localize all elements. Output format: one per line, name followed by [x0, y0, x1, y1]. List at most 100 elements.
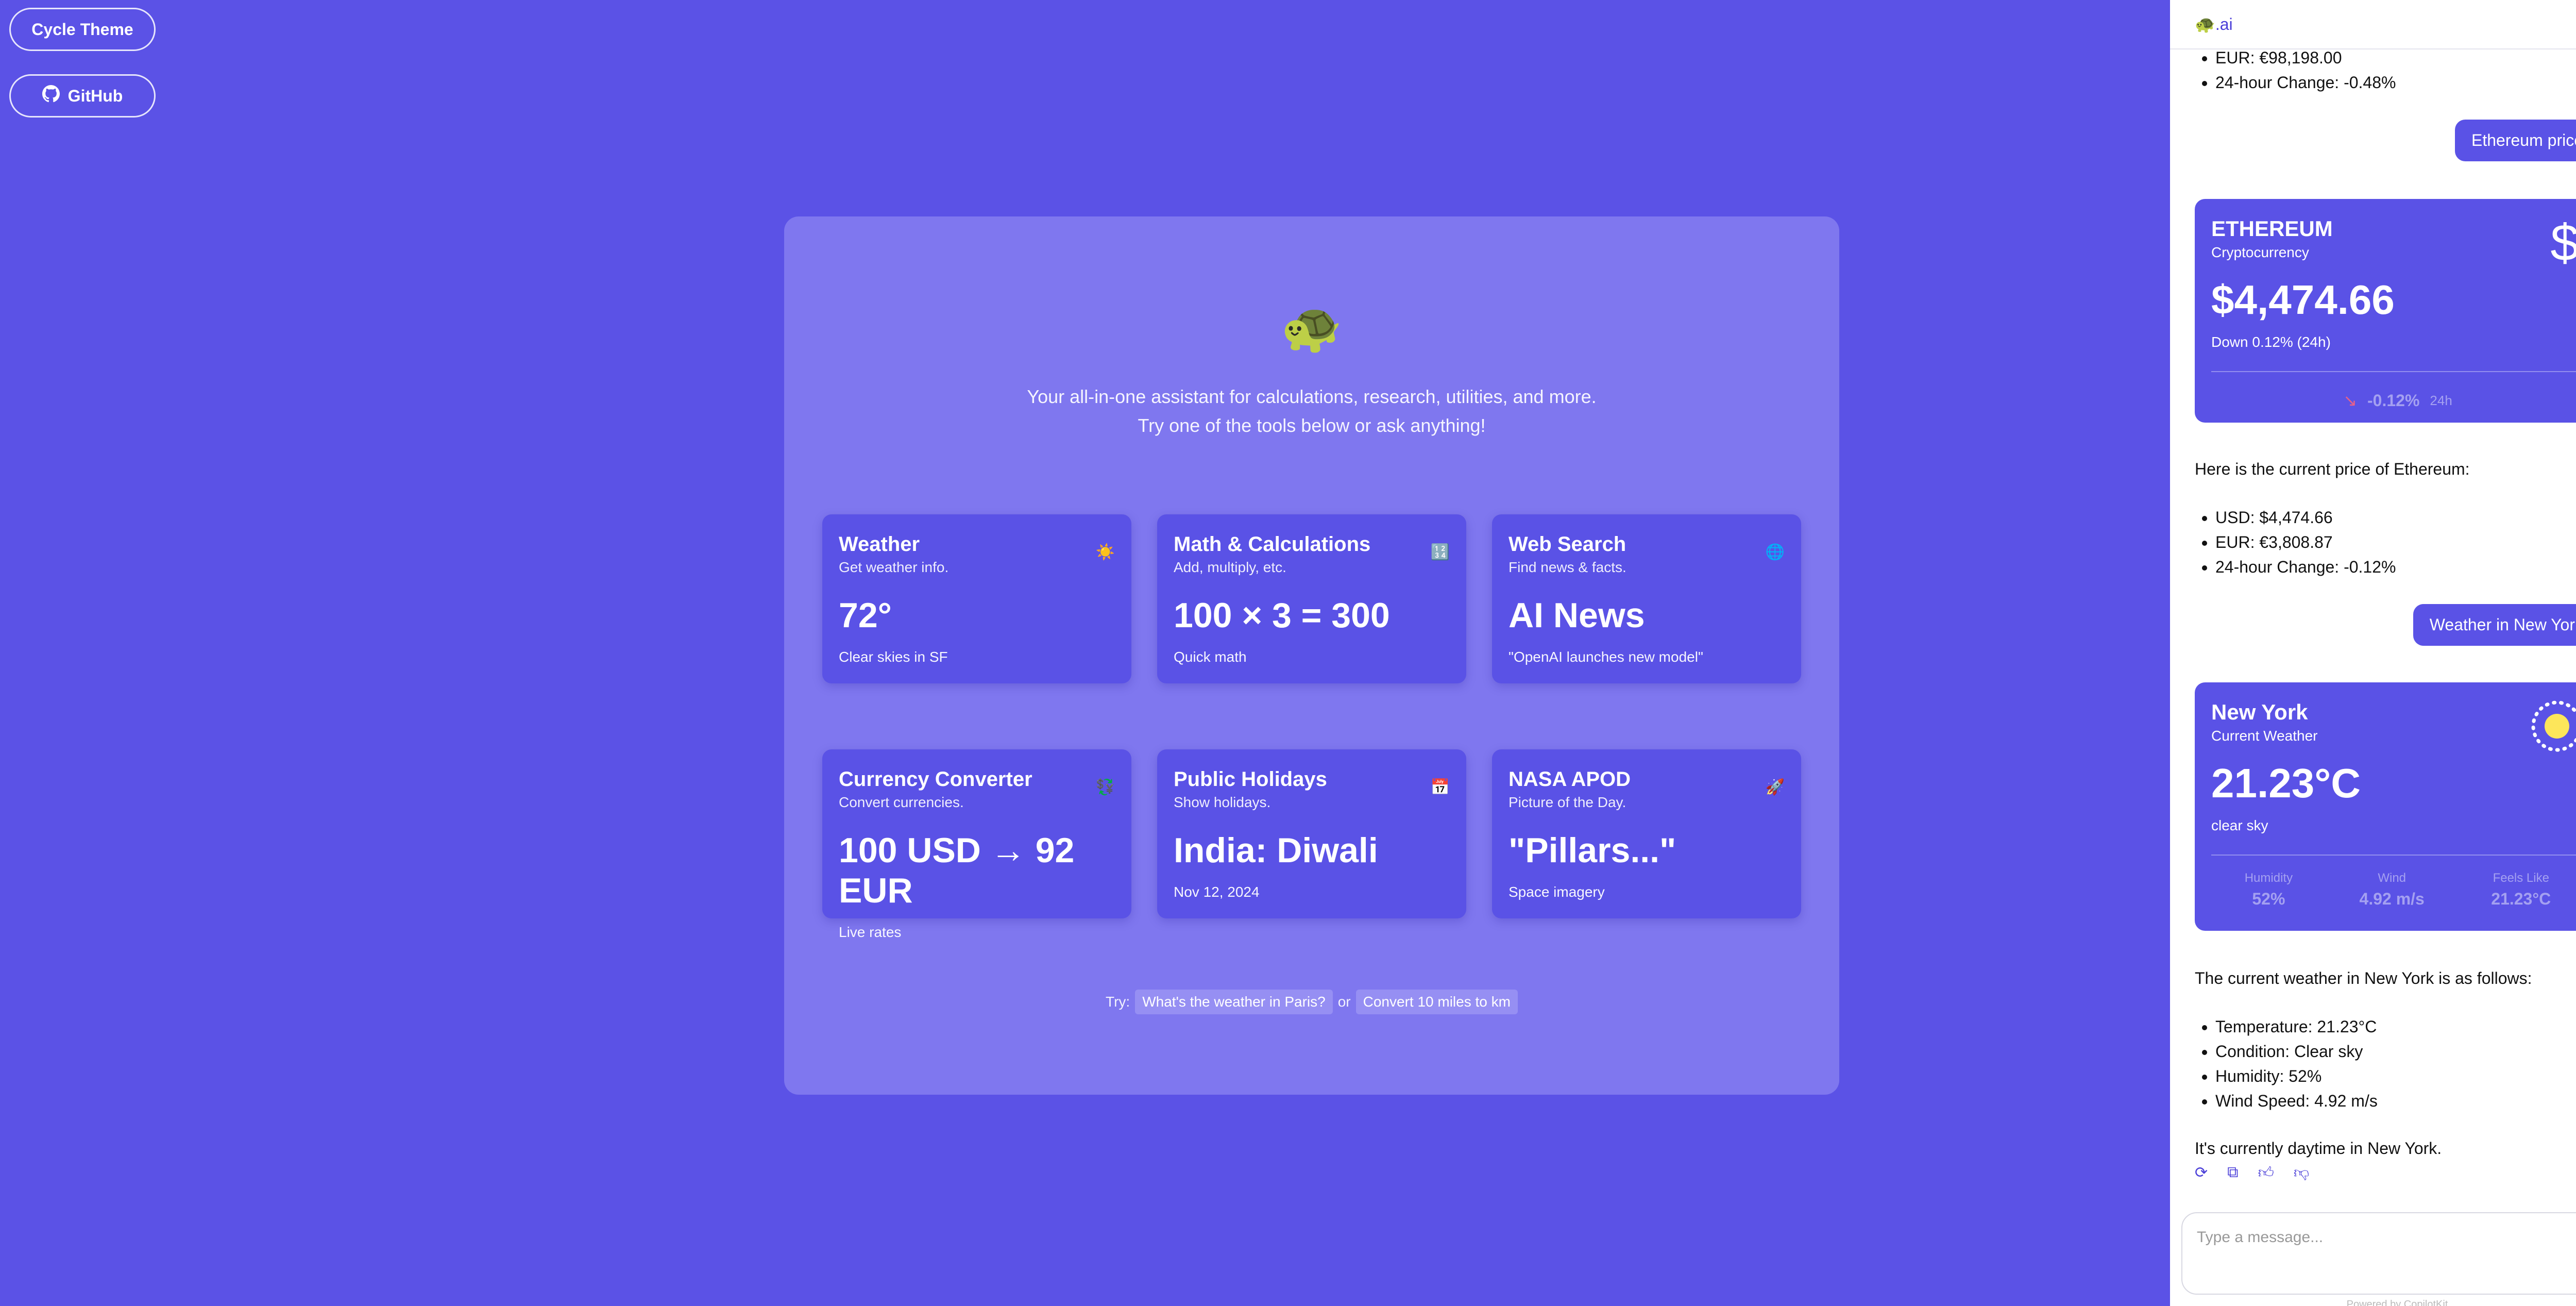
try-label: Try: [1106, 994, 1130, 1010]
list-item: Wind Speed: 4.92 m/s [2215, 1089, 2378, 1113]
try-or-label: or [1337, 994, 1351, 1010]
card-title: Currency Converter [839, 768, 1032, 791]
card-subtitle: Picture of the Day. [1509, 794, 1626, 810]
tool-card-nasa-apod[interactable]: NASA APOD Picture of the Day. "Pillars..… [1492, 749, 1801, 918]
crypto-change-note: Down 0.12% (24h) [2211, 334, 2331, 350]
tool-card-math[interactable]: Math & Calculations Add, multiply, etc. … [1157, 514, 1466, 683]
list-item: USD: $4,474.66 [2215, 505, 2396, 530]
list-item: 24-hour Change: -0.48% [2215, 70, 2396, 95]
welcome-line-1: Your all-in-one assistant for calculatio… [1027, 386, 1597, 407]
powered-by-footer: Powered by CopilotKit [2346, 1299, 2448, 1306]
card-value: India: Diwali [1174, 831, 1378, 870]
sun-icon [2529, 698, 2576, 755]
turtle-logo-icon: 🐢 [1281, 300, 1343, 355]
sun-icon: ☀️ [1095, 544, 1115, 561]
stat-label: Feels Like [2493, 871, 2549, 885]
rocket-icon: 🚀 [1765, 779, 1785, 796]
card-note: Clear skies in SF [839, 649, 948, 665]
assistant-message-intro: The current weather in New York is as fo… [2195, 969, 2532, 987]
user-message: Ethereum price [2455, 120, 2576, 161]
github-label: GitHub [67, 86, 123, 105]
thumbs-up-icon[interactable]: 👍︎ [2258, 1164, 2274, 1182]
chat-panel: 🐢.ai ✕ EUR: €98,198.00 24-hour Change: -… [2170, 0, 2576, 1306]
tool-card-web-search[interactable]: Web Search Find news & facts. AI News "O… [1492, 514, 1801, 683]
list-item: Temperature: 21.23°C [2215, 1014, 2378, 1039]
card-value: 72° [839, 596, 892, 635]
assistant-message-outro: It's currently daytime in New York. [2195, 1139, 2442, 1158]
crypto-price-card: ETHEREUM Cryptocurrency $4,474.66 Down 0… [2195, 199, 2576, 423]
card-note: Live rates [839, 924, 902, 940]
eth-price-list: USD: $4,474.66 EUR: €3,808.87 24-hour Ch… [2195, 505, 2396, 579]
thumbs-down-icon[interactable]: 👎︎ [2294, 1164, 2309, 1182]
card-subtitle: Add, multiply, etc. [1174, 559, 1286, 575]
list-item: EUR: €98,198.00 [2215, 45, 2396, 70]
card-subtitle: Find news & facts. [1509, 559, 1626, 575]
weather-condition: clear sky [2211, 817, 2268, 833]
message-input[interactable] [2197, 1229, 2576, 1246]
card-value: "Pillars..." [1509, 831, 1676, 870]
previous-message-list: EUR: €98,198.00 24-hour Change: -0.48% [2195, 45, 2396, 95]
list-item: EUR: €3,808.87 [2215, 530, 2396, 555]
card-value: AI News [1509, 596, 1645, 635]
suggestion-chip-weather[interactable]: What's the weather in Paris? [1135, 990, 1333, 1014]
tool-card-weather[interactable]: Weather Get weather info. 72° Clear skie… [822, 514, 1131, 683]
crypto-change-value: -0.12% [2367, 391, 2420, 410]
chat-brand-title: 🐢.ai [2195, 15, 2233, 34]
card-subtitle: Get weather info. [839, 559, 949, 575]
globe-icon: 🌐 [1765, 544, 1785, 561]
card-title: NASA APOD [1509, 768, 1631, 791]
calendar-icon: 📅 [1430, 779, 1450, 796]
weather-details-list: Temperature: 21.23°C Condition: Clear sk… [2195, 1014, 2378, 1113]
stat-value: 21.23°C [2491, 890, 2551, 908]
regenerate-icon[interactable]: ⟳ [2195, 1164, 2208, 1182]
list-item: Humidity: 52% [2215, 1064, 2378, 1089]
crypto-title: ETHEREUM [2211, 216, 2333, 241]
divider [2211, 371, 2576, 372]
chat-input-box: ↑ [2181, 1212, 2576, 1295]
assistant-message-intro: Here is the current price of Ethereum: [2195, 460, 2470, 478]
welcome-text: Your all-in-one assistant for calculatio… [784, 382, 1839, 440]
card-note: Nov 12, 2024 [1174, 884, 1260, 900]
weather-card: New York Current Weather 21.23°C clear s… [2195, 682, 2576, 931]
card-value: 100 USD → 92 EUR [839, 831, 1075, 910]
crypto-change-row: ↘ -0.12% 24h [2211, 391, 2576, 410]
card-note: Quick math [1174, 649, 1247, 665]
tool-card-holidays[interactable]: Public Holidays Show holidays. India: Di… [1157, 749, 1466, 918]
list-item: 24-hour Change: -0.12% [2215, 555, 2396, 579]
card-subtitle: Convert currencies. [839, 794, 964, 810]
github-button[interactable]: GitHub [9, 74, 156, 118]
user-message: Weather in New York [2413, 604, 2576, 646]
currency-exchange-icon: 💱 [1095, 779, 1115, 796]
stat-label: Humidity [2244, 871, 2293, 885]
divider [2211, 855, 2576, 856]
card-note: "OpenAI launches new model" [1509, 649, 1703, 665]
weather-stat-wind: Wind 4.92 m/s [2360, 871, 2425, 909]
crypto-price: $4,474.66 [2211, 277, 2395, 323]
card-subtitle: Show holidays. [1174, 794, 1271, 810]
card-title: Public Holidays [1174, 768, 1327, 791]
weather-temperature: 21.23°C [2211, 760, 2361, 806]
stat-value: 4.92 m/s [2359, 890, 2425, 908]
list-item: Condition: Clear sky [2215, 1039, 2378, 1064]
github-icon [42, 85, 60, 107]
weather-stat-feels-like: Feels Like 21.23°C [2491, 871, 2551, 909]
card-title: Math & Calculations [1174, 533, 1371, 556]
numbers-icon: 🔢 [1430, 544, 1450, 561]
card-value: 100 × 3 = 300 [1174, 596, 1390, 635]
suggestion-chip-convert[interactable]: Convert 10 miles to km [1355, 990, 1518, 1014]
weather-stats: Humidity 52% Wind 4.92 m/s Feels Like 21… [2211, 871, 2576, 909]
weather-subtitle: Current Weather [2211, 728, 2318, 744]
try-suggestions: Try: What's the weather in Paris? or Con… [784, 990, 1839, 1014]
copy-icon[interactable]: ⧉ [2227, 1164, 2238, 1182]
tool-card-currency[interactable]: Currency Converter Convert currencies. 1… [822, 749, 1131, 940]
trend-down-icon: ↘ [2343, 391, 2358, 410]
card-title: Weather [839, 533, 920, 556]
dollar-icon: $ [2550, 214, 2576, 272]
weather-city: New York [2211, 700, 2308, 724]
cycle-theme-button[interactable]: Cycle Theme [9, 8, 156, 51]
stat-label: Wind [2378, 871, 2406, 885]
chat-header: 🐢.ai ✕ [2170, 0, 2576, 49]
welcome-line-2: Try one of the tools below or ask anythi… [1138, 415, 1486, 436]
welcome-panel: 🐢 Your all-in-one assistant for calculat… [784, 216, 1839, 1095]
crypto-subtitle: Cryptocurrency [2211, 244, 2309, 260]
